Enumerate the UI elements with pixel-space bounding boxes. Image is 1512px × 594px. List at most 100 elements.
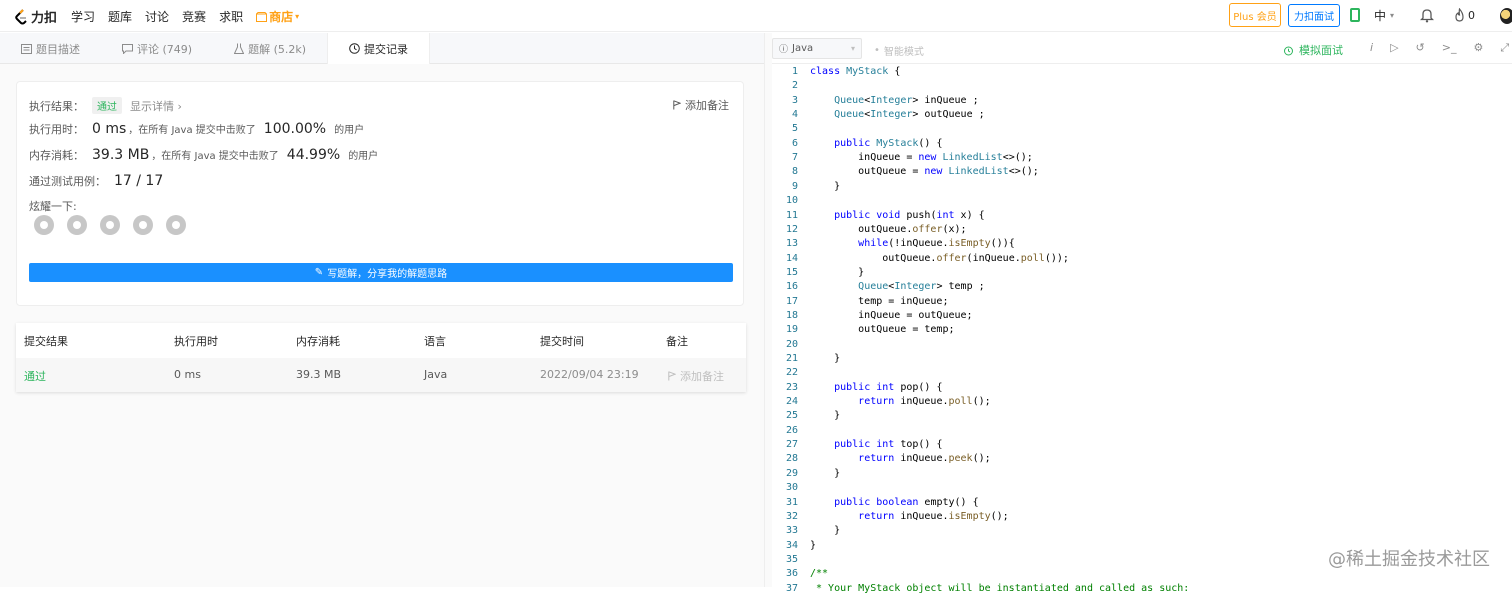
tab-description[interactable]: 题目描述 <box>0 33 101 64</box>
nav-learn[interactable]: 学习 <box>71 8 95 25</box>
code-line[interactable]: temp = inQueue; <box>810 296 948 307</box>
row-add-note[interactable]: 添加备注 <box>668 368 724 384</box>
result-status-row: 执行结果： 通过 显示详情 › <box>29 97 182 114</box>
line-number: 5 <box>772 123 798 134</box>
header-language: 语言 <box>424 333 446 349</box>
nav-discuss[interactable]: 讨论 <box>145 8 169 25</box>
brand-name: 力扣 <box>31 7 57 26</box>
share-label: 炫耀一下: <box>29 198 77 214</box>
show-details-link[interactable]: 显示详情 › <box>130 98 182 114</box>
code-editor[interactable]: 1 class MyStack { 23 Queue<Integer> inQueu… <box>772 64 1512 587</box>
reset-icon[interactable]: ↺ <box>1416 41 1425 55</box>
code-line[interactable]: inQueue = new LinkedList<>(); <box>810 152 1033 163</box>
nav-store[interactable]: 商店 ▾ <box>256 8 299 25</box>
code-line[interactable]: } <box>810 267 864 278</box>
line-number: 4 <box>772 109 798 120</box>
console-icon[interactable]: >_ <box>1442 41 1457 55</box>
row-status-link[interactable]: 通过 <box>24 368 46 384</box>
code-line[interactable]: public boolean empty() { <box>810 497 979 508</box>
tab-submissions[interactable]: 提交记录 <box>327 33 430 64</box>
language-switch[interactable]: 中 ▾ <box>1374 7 1394 24</box>
smart-mode-toggle[interactable]: • 智能模式 <box>874 43 924 58</box>
runtime-users: 的用户 <box>334 121 364 136</box>
chevron-down-icon: ▾ <box>851 44 855 53</box>
code-line[interactable]: public void push(int x) { <box>810 210 985 221</box>
settings-icon[interactable]: ⚙ <box>1473 41 1483 55</box>
code-line[interactable]: /** <box>810 568 828 579</box>
mock-interview-link[interactable]: 模拟面试 <box>1283 42 1343 58</box>
tab-comments[interactable]: 评论 (749) <box>101 33 213 64</box>
bell-icon[interactable] <box>1420 7 1434 23</box>
line-number: 27 <box>772 439 798 450</box>
write-solution-button[interactable]: ✎ 写题解，分享我的解题思路 <box>29 263 733 282</box>
code-line[interactable]: inQueue = outQueue; <box>810 310 973 321</box>
code-line[interactable]: outQueue = temp; <box>810 324 955 335</box>
header-memory: 内存消耗 <box>296 333 340 349</box>
panel-resize-handle[interactable] <box>764 33 772 587</box>
code-line[interactable]: public int pop() { <box>810 382 942 393</box>
code-line[interactable]: return inQueue.peek(); <box>810 453 991 464</box>
nav-contest[interactable]: 竞赛 <box>182 8 206 25</box>
fire-icon <box>1454 8 1465 22</box>
code-line[interactable]: * Your MyStack object will be instantiat… <box>810 583 1189 594</box>
code-line[interactable]: } <box>810 410 840 421</box>
code-line[interactable]: class MyStack { <box>810 66 900 77</box>
code-line[interactable]: } <box>810 181 840 192</box>
mock-interview-button[interactable]: 力扣面试 <box>1288 4 1340 27</box>
line-number: 1 <box>772 66 798 77</box>
points-counter[interactable]: 0 <box>1454 8 1475 22</box>
wechat-icon[interactable] <box>34 215 54 235</box>
line-number: 32 <box>772 511 798 522</box>
runtime-row: 执行用时： 0 ms ，在所有 Java 提交中击败了 100.00% 的用户 <box>29 121 364 137</box>
editor-toolbar: ⓘ Java ▾ • 智能模式 模拟面试 i ▷ ↺ >_ ⚙ ⤢ <box>772 33 1512 64</box>
line-number: 15 <box>772 267 798 278</box>
code-line[interactable]: Queue<Integer> outQueue ; <box>810 109 985 120</box>
language-select[interactable]: ⓘ Java ▾ <box>772 38 862 59</box>
table-row[interactable]: 通过 0 ms 39.3 MB Java 2022/09/04 23:19 添加… <box>16 358 746 392</box>
avatar[interactable] <box>1500 8 1512 24</box>
weibo-icon[interactable] <box>67 215 87 235</box>
linkedin-icon[interactable] <box>166 215 186 235</box>
code-line[interactable]: outQueue.offer(inQueue.poll()); <box>810 253 1069 264</box>
share-label-row: 炫耀一下: <box>29 198 77 214</box>
code-line[interactable]: } <box>810 468 840 479</box>
code-line[interactable]: public MyStack() { <box>810 138 943 149</box>
tests-label: 通过测试用例： <box>29 173 106 189</box>
info-italic-icon[interactable]: i <box>1370 41 1373 55</box>
points-value: 0 <box>1468 9 1475 22</box>
row-language: Java <box>424 368 447 381</box>
code-line[interactable]: Queue<Integer> temp ; <box>810 281 985 292</box>
code-line[interactable]: outQueue.offer(x); <box>810 224 967 235</box>
code-line[interactable]: return inQueue.isEmpty(); <box>810 511 1009 522</box>
header-time: 提交时间 <box>540 333 584 349</box>
code-line[interactable]: public int top() { <box>810 439 942 450</box>
line-number: 33 <box>772 525 798 536</box>
qq-icon[interactable] <box>100 215 120 235</box>
leetcode-logo[interactable]: 力扣 <box>14 7 57 26</box>
memory-label: 内存消耗： <box>29 147 84 163</box>
row-runtime: 0 ms <box>174 368 201 381</box>
code-line[interactable]: } <box>810 353 840 364</box>
run-icon[interactable]: ▷ <box>1390 41 1398 55</box>
code-line[interactable]: Queue<Integer> inQueue ; <box>810 95 979 106</box>
douban-icon[interactable] <box>133 215 153 235</box>
tab-solutions[interactable]: 题解 (5.2k) <box>213 33 327 64</box>
nav-jobs[interactable]: 求职 <box>219 8 243 25</box>
nav-store-label: 商店 <box>269 8 293 25</box>
add-note-button[interactable]: 添加备注 <box>673 97 729 113</box>
expand-icon[interactable]: ⤢ <box>1500 41 1509 55</box>
nav-problems[interactable]: 题库 <box>108 8 132 25</box>
dot-icon: • <box>874 45 880 56</box>
code-line[interactable]: while(!inQueue.isEmpty()){ <box>810 238 1015 249</box>
code-line[interactable]: } <box>810 525 840 536</box>
plus-member-button[interactable]: Plus 会员 <box>1229 3 1281 27</box>
code-line[interactable]: } <box>810 540 816 551</box>
row-time: 2022/09/04 23:19 <box>540 368 639 381</box>
phone-icon[interactable] <box>1350 8 1360 22</box>
code-line[interactable]: outQueue = new LinkedList<>(); <box>810 166 1039 177</box>
code-line[interactable]: return inQueue.poll(); <box>810 396 991 407</box>
line-number: 23 <box>772 382 798 393</box>
memory-value: 39.3 MB <box>92 147 149 163</box>
line-number: 20 <box>772 339 798 350</box>
line-number: 24 <box>772 396 798 407</box>
